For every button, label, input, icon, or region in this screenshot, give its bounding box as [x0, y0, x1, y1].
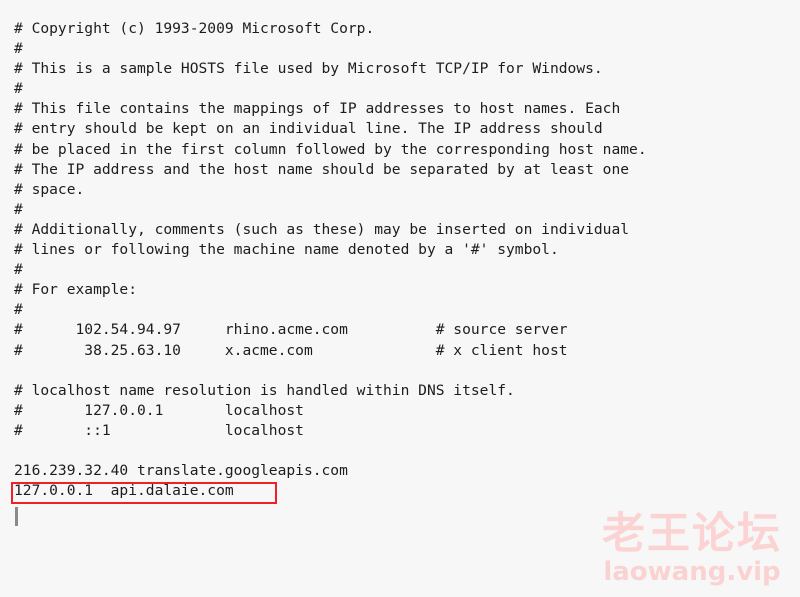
- hosts-line: # This is a sample HOSTS file used by Mi…: [14, 60, 603, 78]
- hosts-line: # For example:: [14, 281, 138, 299]
- watermark-url: laowang.vip: [603, 557, 781, 587]
- hosts-line: # This file contains the mappings of IP …: [14, 100, 621, 118]
- hosts-line-blank: [14, 361, 794, 381]
- hosts-entry-translate-googleapis: 216.239.32.40 translate.googleapis.com: [14, 462, 348, 480]
- hosts-line: #: [14, 301, 23, 319]
- hosts-line-example-x: # 38.25.63.10 x.acme.com # x client host: [14, 341, 568, 359]
- hosts-line-localhost-ipv4: # 127.0.0.1 localhost: [14, 401, 304, 419]
- hosts-line: #: [14, 200, 23, 218]
- hosts-line-example-rhino: # 102.54.94.97 rhino.acme.com # source s…: [14, 321, 568, 339]
- hosts-line: # Copyright (c) 1993-2009 Microsoft Corp…: [14, 20, 375, 37]
- hosts-line: # space.: [14, 180, 85, 198]
- hosts-entry-api-dalaie: 127.0.0.1 api.dalaie.com: [14, 482, 234, 500]
- watermark: 老王论坛 laowang.vip: [602, 511, 782, 587]
- text-editor-canvas[interactable]: # Copyright (c) 1993-2009 Microsoft Corp…: [0, 0, 800, 597]
- hosts-line: #: [14, 261, 23, 279]
- hosts-line: # lines or following the machine name de…: [14, 241, 559, 259]
- hosts-line: # localhost name resolution is handled w…: [14, 381, 515, 399]
- hosts-line: # be placed in the first column followed…: [14, 140, 647, 158]
- hosts-line: # Additionally, comments (such as these)…: [14, 220, 630, 238]
- hosts-line-blank: [14, 441, 794, 461]
- hosts-line-localhost-ipv6: # ::1 localhost: [14, 421, 304, 439]
- hosts-line: #: [14, 80, 23, 98]
- hosts-line: #: [14, 40, 23, 58]
- text-cursor-caret: [15, 507, 18, 526]
- hosts-line: # The IP address and the host name shoul…: [14, 160, 630, 178]
- hosts-line: # entry should be kept on an individual …: [14, 120, 603, 138]
- hosts-file-content[interactable]: # Copyright (c) 1993-2009 Microsoft Corp…: [14, 19, 794, 501]
- watermark-title: 老王论坛: [602, 509, 782, 559]
